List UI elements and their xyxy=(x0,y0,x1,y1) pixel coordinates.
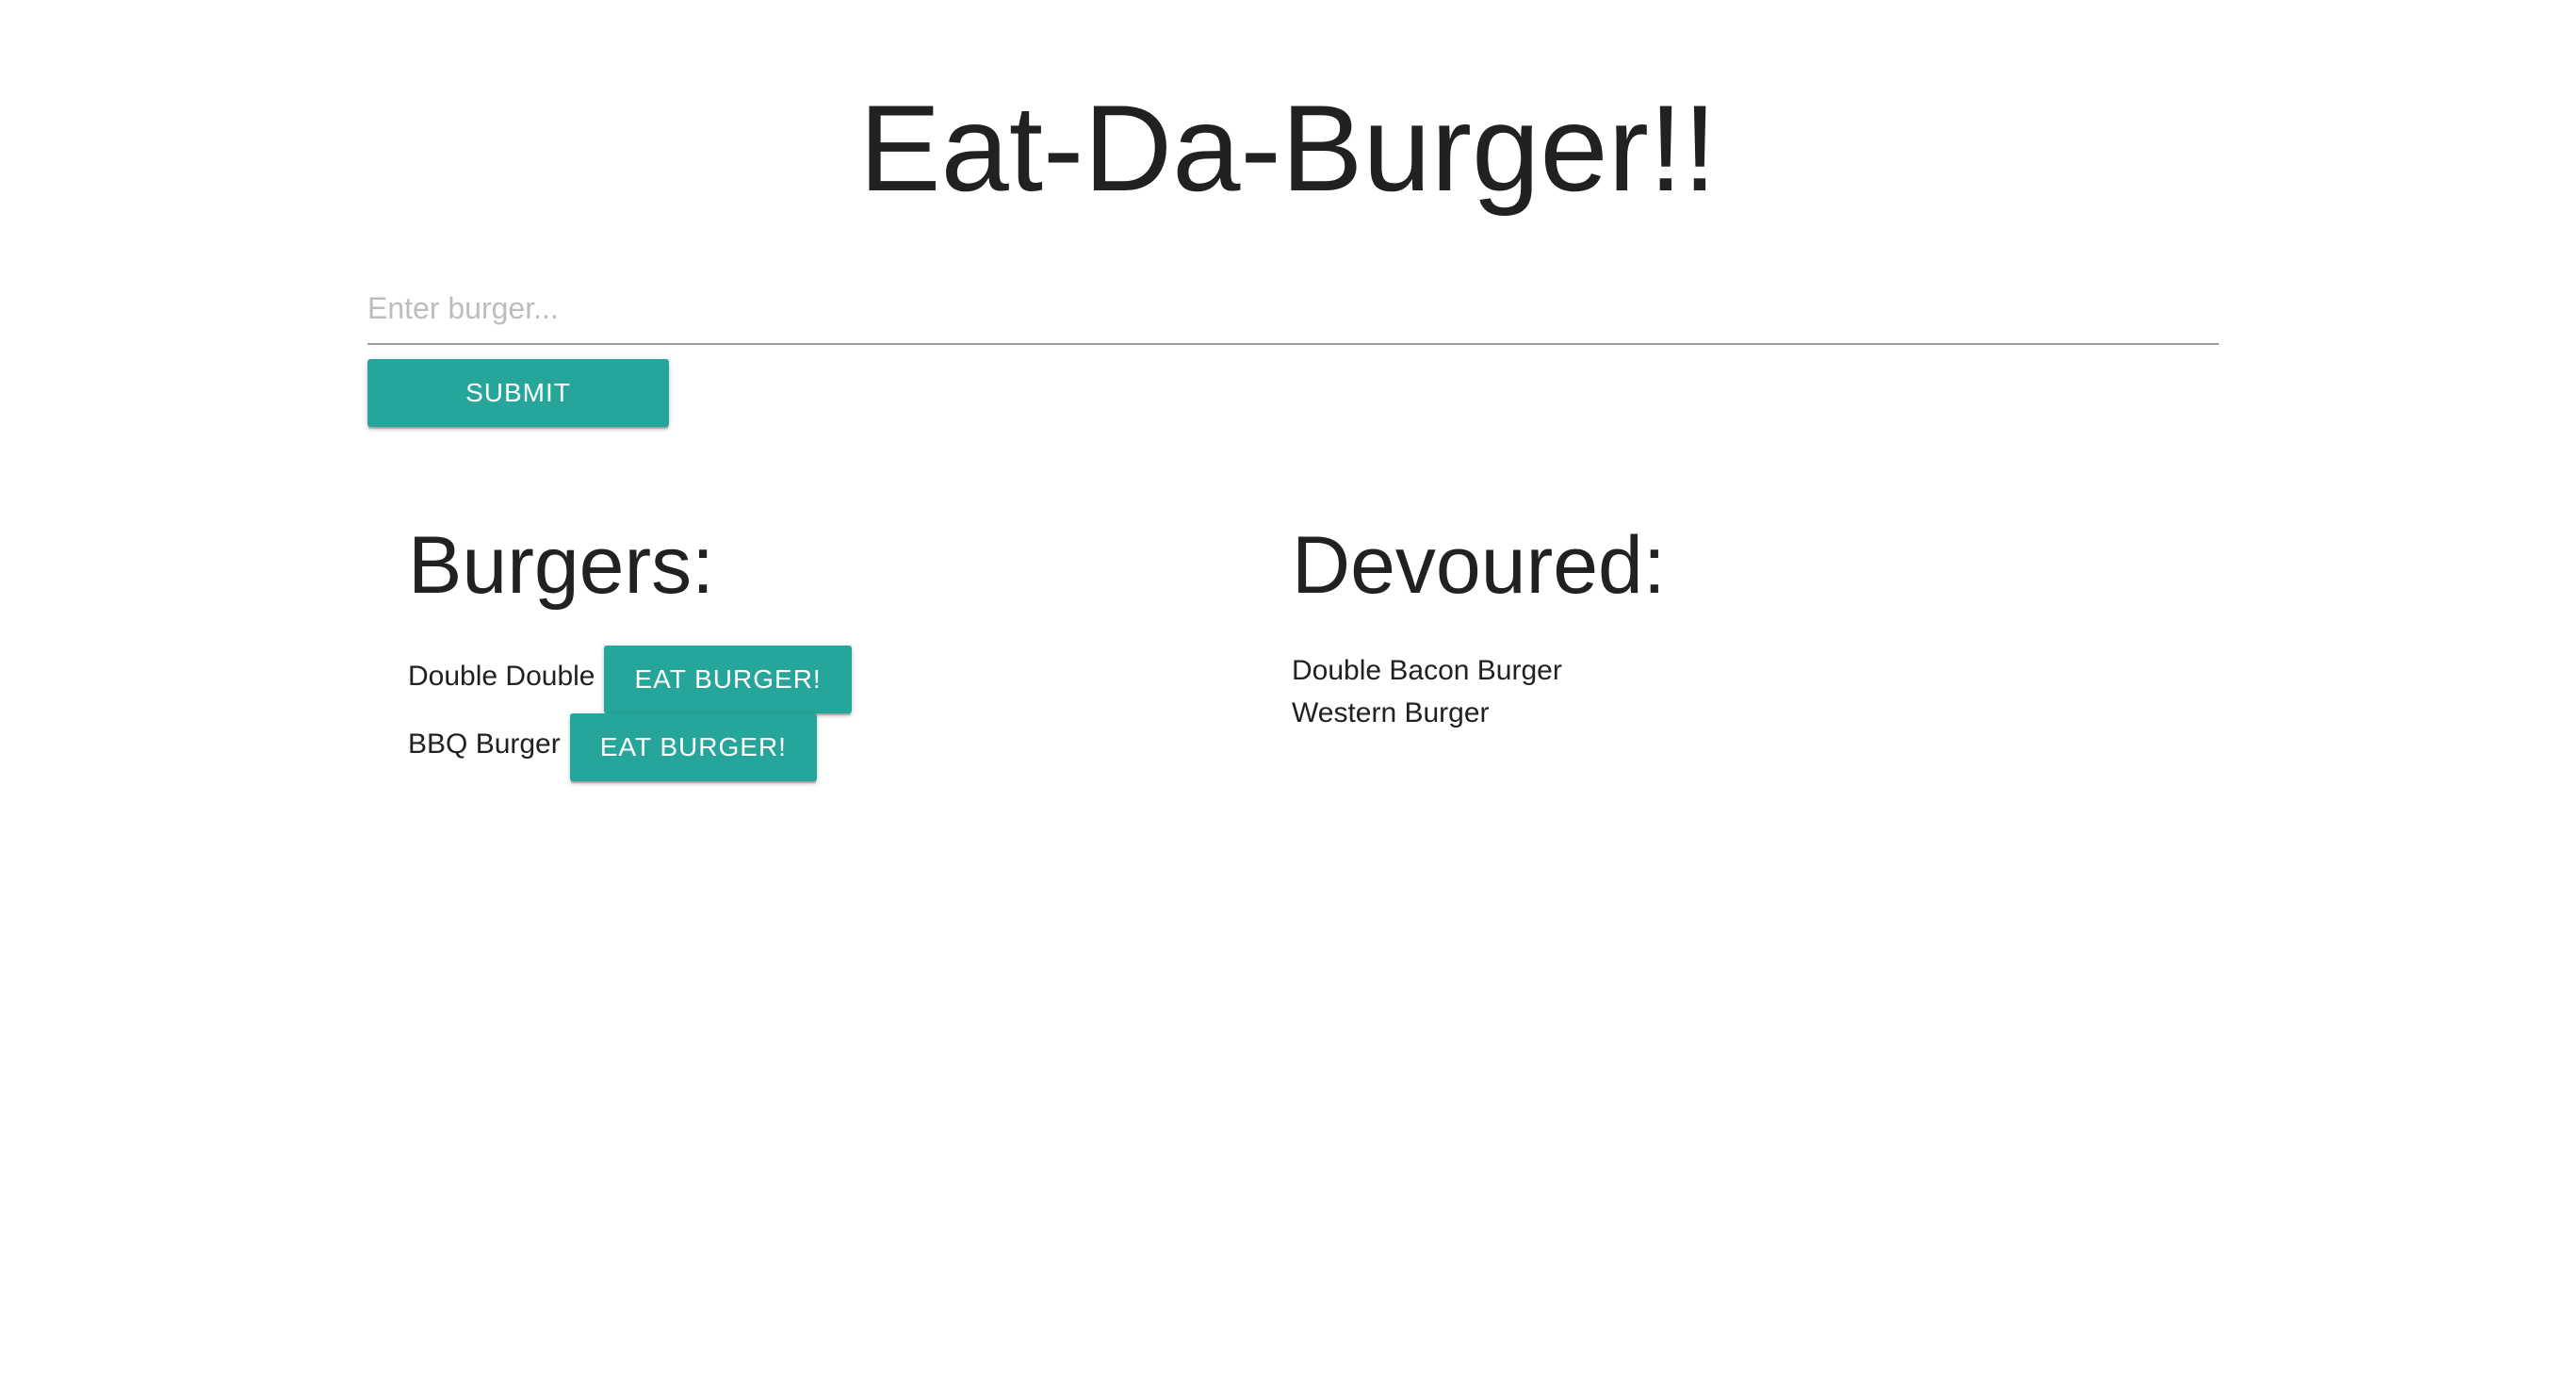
devoured-list-item: Double Bacon Burger xyxy=(1292,655,1562,686)
burgers-heading: Burgers: xyxy=(408,520,715,611)
eat-burger-button[interactable]: EAT BURGER! xyxy=(604,646,852,713)
burger-input[interactable] xyxy=(367,273,2219,345)
burger-name: BBQ Burger xyxy=(408,728,561,760)
burger-form: SUBMIT BURGER!! xyxy=(367,273,2219,475)
burger-list-item: BBQ Burger EAT BURGER! xyxy=(408,713,852,781)
page: Eat-Da-Burger!! SUBMIT BURGER!! Burgers:… xyxy=(0,0,2576,1374)
devoured-column: Devoured: Double Bacon Burger Western Bu… xyxy=(1292,514,1666,734)
page-title: Eat-Da-Burger!! xyxy=(858,79,1718,217)
devoured-list-item: Western Burger xyxy=(1292,697,1490,728)
burgers-column: Burgers: Double Double EAT BURGER! BBQ B… xyxy=(408,514,852,781)
burger-list-item: Double Double EAT BURGER! xyxy=(408,646,852,713)
burger-name: Double Double xyxy=(408,661,595,692)
devoured-heading: Devoured: xyxy=(1292,520,1666,611)
submit-burger-button[interactable]: SUBMIT BURGER!! xyxy=(367,359,669,475)
eat-burger-button[interactable]: EAT BURGER! xyxy=(569,713,817,781)
devoured-list: Double Bacon Burger Western Burger xyxy=(1292,649,1666,734)
burgers-list: Double Double EAT BURGER! BBQ Burger EAT… xyxy=(408,646,852,781)
